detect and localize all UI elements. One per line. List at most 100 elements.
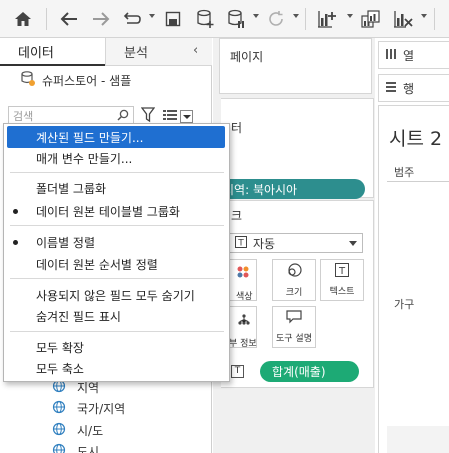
marks-card-title: 크 bbox=[231, 209, 243, 223]
menu-item-label: 폴더별 그룹화 bbox=[36, 181, 107, 196]
menu-item-sort-by-name[interactable]: 이름별 정렬 bbox=[4, 231, 229, 253]
menu-item-group-by-table[interactable]: 데이터 원본 테이블별 그룹화 bbox=[4, 200, 229, 222]
size-button[interactable]: 크기 bbox=[272, 259, 316, 301]
toolbar-divider bbox=[305, 8, 306, 30]
menu-item-show-hidden-fields[interactable]: 숨겨진 필드 표시 bbox=[4, 305, 229, 327]
svg-text:T: T bbox=[237, 238, 244, 248]
chevron-down-icon[interactable] bbox=[421, 14, 427, 18]
collapse-pane-icon[interactable]: ‹ bbox=[193, 43, 198, 58]
chevron-down-icon[interactable] bbox=[149, 14, 155, 18]
new-worksheet-icon[interactable] bbox=[314, 6, 340, 32]
chevron-down-icon[interactable] bbox=[180, 109, 193, 123]
menu-item-label: 모두 축소 bbox=[36, 361, 84, 376]
text-label: 텍스트 bbox=[329, 287, 355, 297]
pages-card[interactable]: 페이지 bbox=[219, 38, 372, 94]
new-datasource-icon[interactable] bbox=[193, 6, 217, 32]
text-button[interactable]: T 텍스트 bbox=[320, 259, 364, 301]
field-item[interactable]: 도시 bbox=[52, 441, 99, 453]
field-label: 시/도 bbox=[77, 423, 104, 438]
filter-pill[interactable]: 지역: 북아시아 bbox=[215, 179, 365, 199]
home-icon[interactable] bbox=[10, 6, 36, 32]
chevron-down-icon[interactable] bbox=[347, 14, 353, 18]
menu-item-hide-unused-fields[interactable]: 사용되지 않은 필드 모두 숨기기 bbox=[4, 284, 229, 306]
tab-data[interactable]: 데이터 bbox=[0, 38, 105, 66]
context-menu: 계산된 필드 만들기... 매개 변수 만들기... 폴더별 그룹화 데이터 원… bbox=[3, 123, 230, 382]
menu-item-sort-by-source-order[interactable]: 데이터 원본 순서별 정렬 bbox=[4, 253, 229, 275]
sheet-footer-area bbox=[387, 426, 449, 453]
columns-icon bbox=[385, 48, 397, 63]
rows-shelf-label: 행 bbox=[403, 81, 415, 96]
rows-icon bbox=[385, 81, 397, 96]
measure-pill[interactable]: 합계(매출) bbox=[260, 361, 359, 382]
menu-separator bbox=[10, 172, 224, 173]
globe-icon bbox=[52, 443, 66, 453]
datasource-icon bbox=[20, 70, 36, 91]
mark-type-value: 자동 bbox=[253, 236, 276, 251]
field-label: 도시 bbox=[77, 444, 100, 453]
toolbar-divider bbox=[46, 8, 47, 30]
menu-item-label: 사용되지 않은 필드 모두 숨기기 bbox=[36, 288, 195, 303]
pages-card-title: 페이지 bbox=[230, 50, 264, 64]
undo-icon[interactable] bbox=[56, 6, 82, 32]
columns-shelf[interactable]: 열 bbox=[378, 41, 449, 69]
search-icon[interactable] bbox=[117, 109, 129, 124]
selected-dot-icon bbox=[13, 209, 18, 214]
color-label: 색상 bbox=[236, 292, 253, 302]
toolbar bbox=[0, 0, 449, 38]
field-item[interactable]: 시/도 bbox=[52, 420, 103, 440]
field-item[interactable]: 국가/지역 bbox=[52, 398, 125, 418]
refresh-icon[interactable] bbox=[264, 6, 288, 32]
menu-item-label: 데이터 원본 테이블별 그룹화 bbox=[36, 204, 180, 219]
menu-item-label: 매개 변수 만들기... bbox=[36, 151, 133, 166]
menu-item-expand-all[interactable]: 모두 확장 bbox=[4, 336, 229, 358]
selected-dot-icon bbox=[13, 240, 18, 245]
row-header[interactable]: 가구 bbox=[394, 296, 414, 312]
clear-sheet-icon[interactable] bbox=[390, 6, 416, 32]
tableau-window: 데이터 분석 ‹ 슈퍼스토어 - 샘플 지역 bbox=[0, 0, 449, 453]
menu-item-label: 모두 확장 bbox=[36, 340, 84, 355]
menu-separator bbox=[10, 278, 224, 279]
size-icon bbox=[286, 262, 302, 281]
save-icon[interactable] bbox=[162, 6, 184, 32]
toolbar-divider bbox=[434, 8, 435, 30]
menu-separator bbox=[10, 331, 224, 332]
menu-item-collapse-all[interactable]: 모두 축소 bbox=[4, 357, 229, 379]
menu-item-create-parameter[interactable]: 매개 변수 만들기... bbox=[4, 147, 229, 169]
menu-item-label: 이름별 정렬 bbox=[36, 235, 96, 250]
tooltip-label: 도구 설명 bbox=[276, 334, 312, 344]
size-label: 크기 bbox=[285, 288, 303, 298]
menu-item-create-calculated-field[interactable]: 계산된 필드 만들기... bbox=[7, 126, 225, 148]
menu-item-group-by-folder[interactable]: 폴더별 그룹화 bbox=[4, 177, 229, 199]
datasource-item[interactable]: 슈퍼스토어 - 샘플 bbox=[20, 70, 131, 90]
tooltip-button[interactable]: 도구 설명 bbox=[272, 306, 316, 348]
sheet-title[interactable]: 시트 2 bbox=[389, 124, 442, 151]
globe-icon bbox=[52, 422, 66, 439]
auto-mark-icon: T bbox=[235, 235, 247, 251]
color-icon bbox=[237, 266, 253, 283]
menu-separator bbox=[10, 225, 224, 226]
replay-icon[interactable] bbox=[119, 6, 145, 32]
chevron-down-icon[interactable] bbox=[253, 14, 259, 18]
menu-item-label: 데이터 원본 순서별 정렬 bbox=[36, 257, 158, 272]
pause-icon[interactable] bbox=[224, 6, 248, 32]
detail-label: 부 정보 bbox=[229, 339, 257, 349]
color-button[interactable]: 색상 bbox=[227, 259, 257, 302]
chevron-down-icon bbox=[349, 241, 357, 246]
tooltip-icon bbox=[286, 310, 302, 327]
globe-icon bbox=[52, 400, 66, 417]
rows-shelf[interactable]: 행 bbox=[378, 74, 449, 102]
datasource-name: 슈퍼스토어 - 샘플 bbox=[42, 73, 132, 88]
chevron-down-icon[interactable] bbox=[293, 14, 299, 18]
detail-icon bbox=[237, 313, 251, 330]
columns-shelf-label: 열 bbox=[403, 48, 415, 63]
duplicate-icon[interactable] bbox=[358, 6, 384, 32]
column-header[interactable]: 범주 bbox=[394, 164, 414, 180]
svg-text:T: T bbox=[338, 266, 346, 277]
worksheet-view[interactable]: 시트 2 범주 가구 bbox=[378, 105, 449, 453]
redo-icon[interactable] bbox=[88, 6, 114, 32]
field-label: 국가/지역 bbox=[77, 401, 126, 416]
text-icon: T bbox=[335, 263, 349, 280]
menu-item-label: 계산된 필드 만들기... bbox=[36, 130, 144, 145]
mark-type-select[interactable]: T 자동 bbox=[228, 233, 363, 253]
detail-button[interactable]: 부 정보 bbox=[227, 306, 257, 349]
